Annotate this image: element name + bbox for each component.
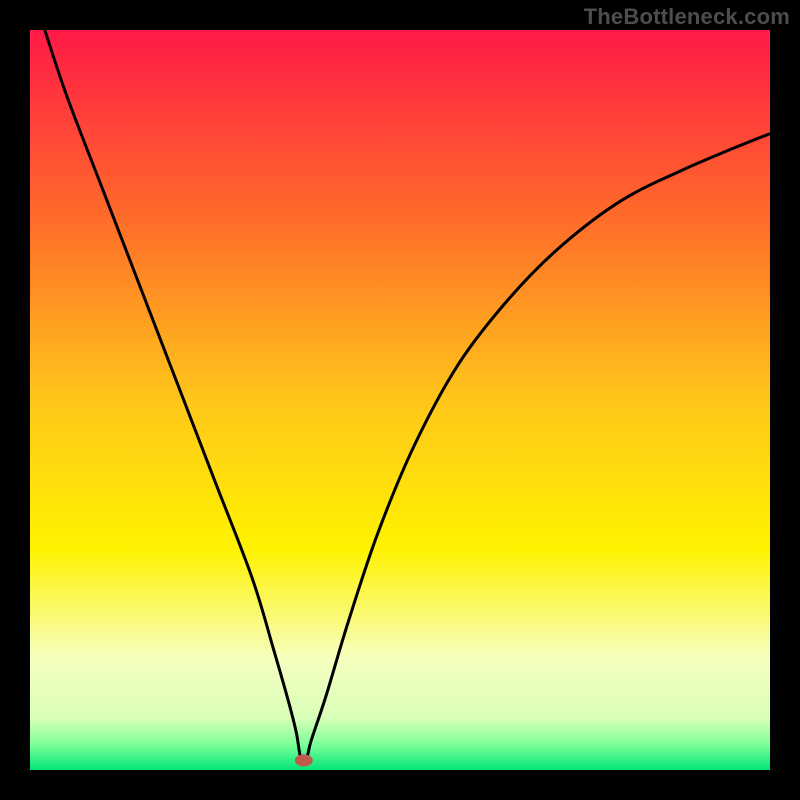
chart-plot-area [30, 30, 770, 770]
chart-background [30, 30, 770, 770]
watermark-text: TheBottleneck.com [584, 4, 790, 30]
optimal-point-marker [295, 754, 313, 766]
chart-frame: TheBottleneck.com [0, 0, 800, 800]
chart-svg [30, 30, 770, 770]
